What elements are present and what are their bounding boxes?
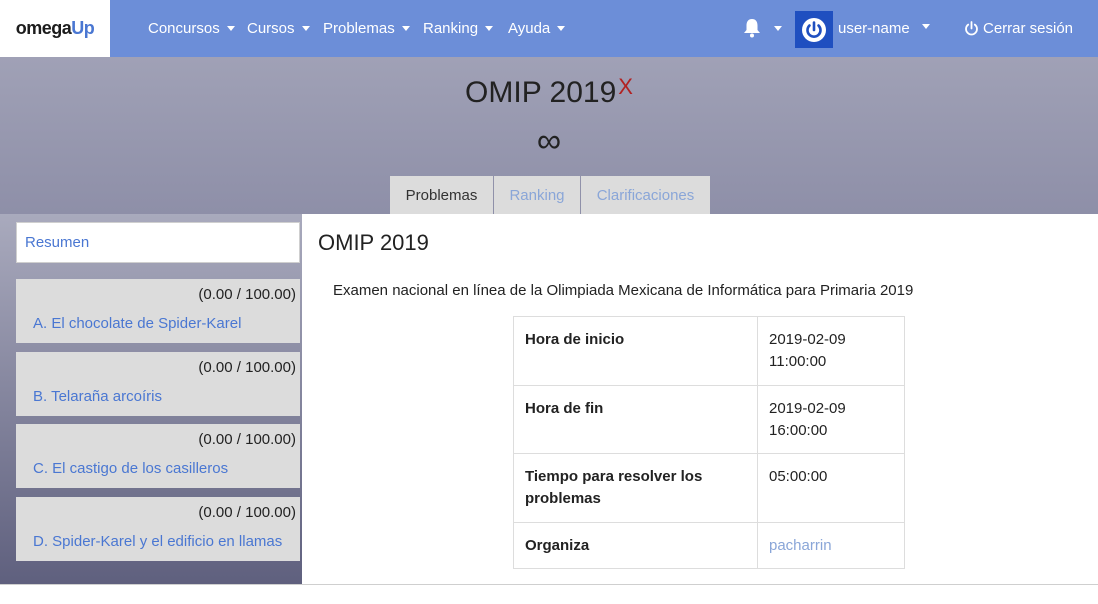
chevron-down-icon — [921, 24, 930, 29]
power-icon — [965, 21, 978, 36]
chevron-down-icon[interactable] — [774, 26, 782, 31]
chevron-down-icon — [226, 26, 235, 31]
tab-clarificaciones[interactable]: Clarificaciones — [581, 176, 710, 214]
start-date: 2019-02-09 — [769, 331, 846, 348]
table-row: Hora de inicio 2019-02-09 11:00:00 — [513, 316, 905, 386]
avatar[interactable] — [795, 11, 833, 48]
problem-score: (0.00 / 100.00) — [198, 504, 296, 521]
summary-label: Resumen — [25, 234, 90, 251]
nav-concursos-label: Concursos — [148, 20, 220, 37]
tab-problemas-label: Problemas — [405, 186, 478, 204]
problem-score: (0.00 / 100.00) — [198, 286, 296, 303]
table-value: 05:00:00 — [757, 453, 905, 523]
contest-title-text: OMIP 2019 — [465, 76, 617, 109]
problem-name[interactable]: A. El chocolate de Spider-Karel — [33, 315, 241, 332]
end-date: 2019-02-09 — [769, 400, 846, 417]
problem-score: (0.00 / 100.00) — [198, 359, 296, 376]
table-value: pacharrin — [757, 522, 905, 569]
contest-description: Examen nacional en línea de la Olimpiada… — [333, 282, 914, 299]
summary-link[interactable]: Resumen — [16, 222, 300, 263]
chevron-down-icon — [557, 26, 566, 31]
logout-label: Cerrar sesión — [983, 20, 1074, 37]
brand-logo-part2: Up — [71, 18, 95, 38]
table-key: Hora de fin — [513, 385, 758, 454]
table-row: Organiza pacharrin — [513, 522, 905, 569]
chevron-down-icon — [401, 26, 410, 31]
nav-problemas[interactable]: Problemas — [323, 0, 410, 57]
nav-problemas-label: Problemas — [323, 20, 395, 37]
tab-problemas[interactable]: Problemas — [390, 176, 493, 214]
page-title: OMIP 2019 — [318, 230, 429, 255]
nav-ranking[interactable]: Ranking — [423, 0, 494, 57]
nav-ayuda-label: Ayuda — [508, 20, 551, 37]
nav-cursos-label: Cursos — [247, 20, 295, 37]
user-menu[interactable]: user-name — [838, 0, 930, 57]
power-icon — [802, 17, 826, 42]
sidebar-problem-a[interactable]: (0.00 / 100.00) A. El chocolate de Spide… — [16, 279, 300, 343]
divider — [0, 584, 302, 585]
contest-time-remaining: ∞ — [536, 122, 562, 160]
tab-ranking[interactable]: Ranking — [494, 176, 580, 214]
sidebar-problem-b[interactable]: (0.00 / 100.00) B. Telaraña arcoíris — [16, 352, 300, 416]
table-value: 2019-02-09 11:00:00 — [757, 316, 905, 386]
start-time: 11:00:00 — [769, 353, 827, 370]
contest-title: OMIP 2019X — [0, 74, 1098, 110]
problem-score: (0.00 / 100.00) — [198, 431, 296, 448]
logout-link[interactable]: Cerrar sesión — [964, 0, 1073, 57]
table-key: Hora de inicio — [513, 316, 758, 386]
nav-concursos[interactable]: Concursos — [148, 0, 235, 57]
table-row: Hora de fin 2019-02-09 16:00:00 — [513, 385, 905, 454]
bell-icon[interactable] — [743, 18, 761, 38]
contest-info-table: Hora de inicio 2019-02-09 11:00:00 Hora … — [513, 316, 905, 569]
chevron-down-icon — [485, 26, 494, 31]
end-time: 16:00:00 — [769, 422, 828, 439]
username-label: user-name — [838, 20, 910, 37]
table-row: Tiempo para resolver los problemas 05:00… — [513, 453, 905, 523]
divider — [302, 584, 1098, 585]
table-key: Tiempo para resolver los problemas — [513, 453, 758, 523]
brand-logo-part1: omega — [15, 18, 72, 38]
tab-ranking-label: Ranking — [509, 186, 565, 204]
nav-cursos[interactable]: Cursos — [247, 0, 310, 57]
table-value: 2019-02-09 16:00:00 — [757, 385, 905, 454]
problem-name[interactable]: B. Telaraña arcoíris — [33, 388, 162, 405]
contest-title-mark: X — [618, 74, 633, 99]
organizer-link[interactable]: pacharrin — [769, 537, 832, 554]
nav-ranking-label: Ranking — [423, 20, 479, 37]
duration-value: 05:00:00 — [769, 468, 828, 485]
chevron-down-icon — [301, 26, 310, 31]
brand-logo[interactable]: omega Up — [0, 0, 110, 57]
table-key: Organiza — [513, 522, 758, 569]
tab-clarificaciones-label: Clarificaciones — [596, 186, 695, 204]
nav-ayuda[interactable]: Ayuda — [508, 0, 566, 57]
problem-name[interactable]: C. El castigo de los casilleros — [33, 460, 228, 477]
problem-name[interactable]: D. Spider-Karel y el edificio en llamas — [33, 533, 282, 550]
top-navbar: omega Up Concursos Cursos Problemas Ranki… — [0, 0, 1098, 57]
sidebar-problem-c[interactable]: (0.00 / 100.00) C. El castigo de los cas… — [16, 424, 300, 488]
sidebar-problem-d[interactable]: (0.00 / 100.00) D. Spider-Karel y el edi… — [16, 497, 300, 561]
